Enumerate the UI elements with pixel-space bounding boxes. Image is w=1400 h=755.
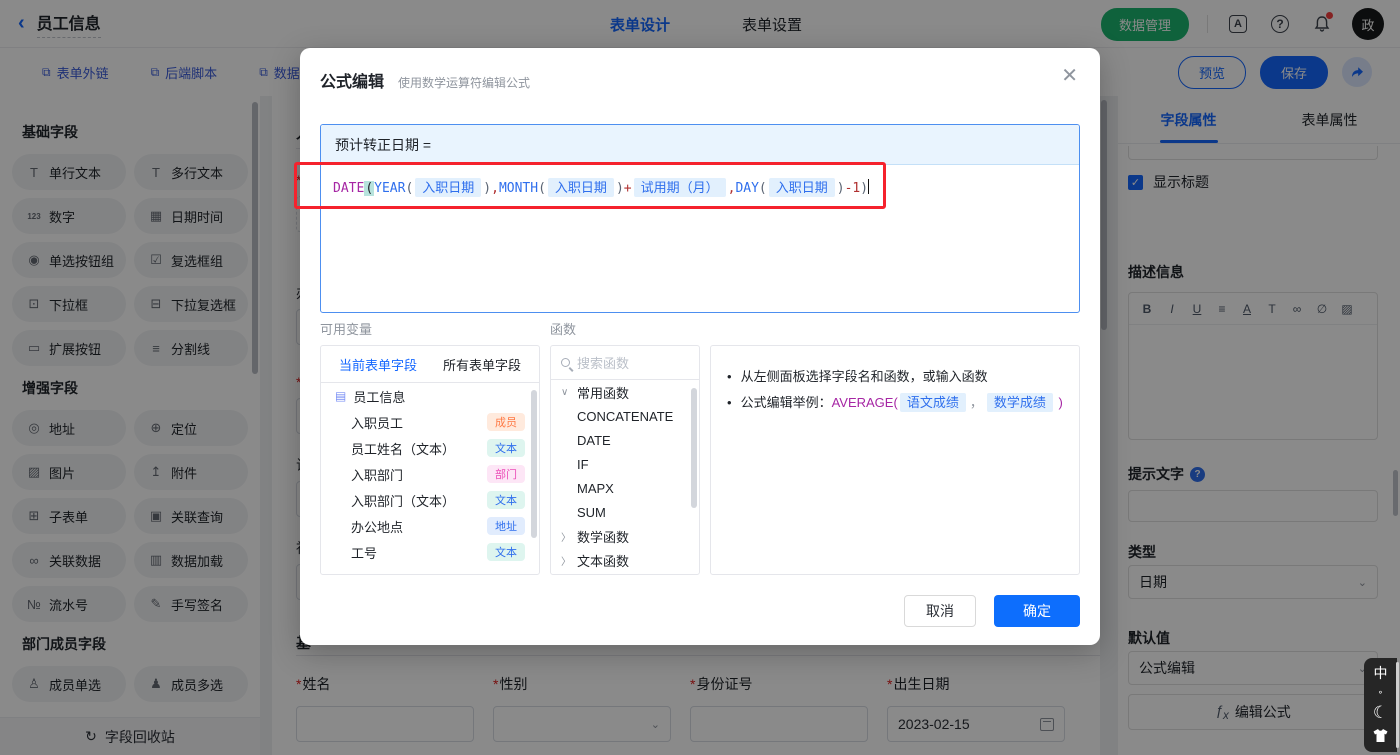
variable-row[interactable]: 工号 文本 bbox=[321, 539, 539, 565]
variable-row[interactable]: 办公地点 地址 bbox=[321, 513, 539, 539]
field-chip[interactable]: 入职日期 bbox=[768, 178, 835, 197]
formula-token: YEAR bbox=[374, 181, 406, 196]
tip-line: • 从左侧面板选择字段名和函数，或输入函数 bbox=[727, 369, 988, 384]
field-chip: 语文成绩 bbox=[899, 393, 966, 412]
variables-label: 可用变量 bbox=[320, 322, 373, 337]
close-icon[interactable]: ✕ bbox=[1061, 66, 1078, 86]
dialog-title: 公式编辑 bbox=[320, 74, 385, 91]
formula-token: DATE bbox=[333, 181, 365, 196]
browser-extension-widget: 中 ∘ ☾ bbox=[1364, 658, 1397, 752]
translate-toggle-icon[interactable]: 中 bbox=[1374, 666, 1388, 680]
chevron-right-icon: 〉 bbox=[561, 532, 571, 544]
function-item[interactable]: SUM bbox=[551, 500, 699, 524]
field-chip[interactable]: 入职日期 bbox=[415, 178, 482, 197]
variables-tab-current[interactable]: 当前表单字段 bbox=[339, 355, 417, 374]
widget-toggle-icon[interactable]: ∘ bbox=[1378, 687, 1384, 697]
variable-row[interactable]: 入职部门 部门 bbox=[321, 461, 539, 487]
tip-example-line: • 公式编辑举例：AVERAGE(语文成绩，数学成绩 ) bbox=[727, 393, 1063, 412]
function-item[interactable]: CONCATENATE bbox=[551, 404, 699, 428]
field-chip[interactable]: 试用期（月） bbox=[633, 178, 726, 197]
field-chip[interactable]: 入职日期 bbox=[547, 178, 614, 197]
formula-target: 预计转正日期 = bbox=[321, 125, 1079, 165]
variables-scrollbar[interactable] bbox=[531, 390, 537, 538]
variable-row[interactable]: 入职员工 成员 bbox=[321, 409, 539, 435]
confirm-button[interactable]: 确定 bbox=[994, 595, 1080, 627]
formula-token: , bbox=[491, 181, 499, 196]
chevron-down-icon: ∨ bbox=[561, 386, 569, 398]
field-chip: 数学成绩 bbox=[986, 393, 1053, 412]
type-badge: 文本 bbox=[487, 543, 525, 561]
page-scrollbar[interactable] bbox=[1396, 662, 1399, 748]
formula-token: ) bbox=[615, 181, 624, 196]
variable-row[interactable]: 员工姓名（文本） 文本 bbox=[321, 435, 539, 461]
type-badge: 文本 bbox=[487, 439, 525, 457]
functions-panel: 搜索函数 ∨ 常用函数 CONCATENATE DATE IF MAPX SUM 〉数学函数〉… bbox=[550, 345, 700, 575]
formula-box: 预计转正日期 = DATE(YEAR(入职日期),MONTH(入职日期)+ 试用期… bbox=[320, 124, 1080, 313]
formula-input[interactable]: DATE(YEAR(入职日期),MONTH(入职日期)+ 试用期（月） ,DAY(入… bbox=[321, 165, 1079, 312]
formula-token: MONTH bbox=[498, 181, 539, 196]
formula-token: ( bbox=[364, 181, 375, 196]
variable-row[interactable]: 入职部门（文本） 文本 bbox=[321, 487, 539, 513]
formula-editor-dialog: 公式编辑 使用数学运算符编辑公式 ✕ 预计转正日期 = DATE(YEAR(入职… bbox=[294, 48, 1100, 645]
formula-tips-panel: • 从左侧面板选择字段名和函数，或输入函数 • 公式编辑举例：AVERAGE(语文成绩… bbox=[710, 345, 1080, 575]
function-group[interactable]: 〉数学函数 bbox=[551, 524, 699, 548]
variables-root-row[interactable]: ▤ 员工信息 bbox=[321, 383, 539, 409]
function-item[interactable]: IF bbox=[551, 452, 699, 476]
formula-token: ) bbox=[836, 181, 845, 196]
cancel-button[interactable]: 取消 bbox=[904, 595, 976, 627]
formula-token: ( bbox=[758, 181, 767, 196]
function-item[interactable]: MAPX bbox=[551, 476, 699, 500]
dark-mode-moon-icon[interactable]: ☾ bbox=[1373, 704, 1388, 721]
function-item[interactable]: DATE bbox=[551, 428, 699, 452]
formula-token: ) bbox=[860, 181, 869, 196]
type-badge: 文本 bbox=[487, 491, 525, 509]
formula-token: ) bbox=[483, 181, 492, 196]
function-group[interactable]: ∨ 常用函数 bbox=[551, 380, 699, 404]
chevron-right-icon: 〉 bbox=[561, 556, 571, 568]
formula-token: + bbox=[623, 181, 632, 196]
function-group[interactable]: 〉文本函数 bbox=[551, 548, 699, 572]
formula-token: DAY bbox=[735, 181, 759, 196]
variables-panel: 当前表单字段 所有表单字段 ▤ 员工信息 入职员工 成员 员工姓名（文本） 文本 入职部门 部门… bbox=[320, 345, 540, 575]
search-icon bbox=[561, 358, 570, 367]
form-doc-icon: ▤ bbox=[335, 389, 347, 403]
type-badge: 地址 bbox=[487, 517, 525, 535]
formula-token: ( bbox=[405, 181, 414, 196]
dialog-subtitle: 使用数学运算符编辑公式 bbox=[398, 76, 531, 90]
variables-tab-all[interactable]: 所有表单字段 bbox=[443, 355, 521, 374]
type-badge: 部门 bbox=[487, 465, 525, 483]
type-badge: 成员 bbox=[487, 413, 525, 431]
text-cursor bbox=[868, 179, 870, 194]
functions-scrollbar[interactable] bbox=[691, 388, 697, 508]
theme-shirt-icon[interactable] bbox=[1373, 728, 1388, 744]
functions-label: 函数 bbox=[550, 322, 577, 337]
formula-token: ( bbox=[538, 181, 546, 196]
function-search-input[interactable]: 搜索函数 bbox=[551, 346, 699, 380]
